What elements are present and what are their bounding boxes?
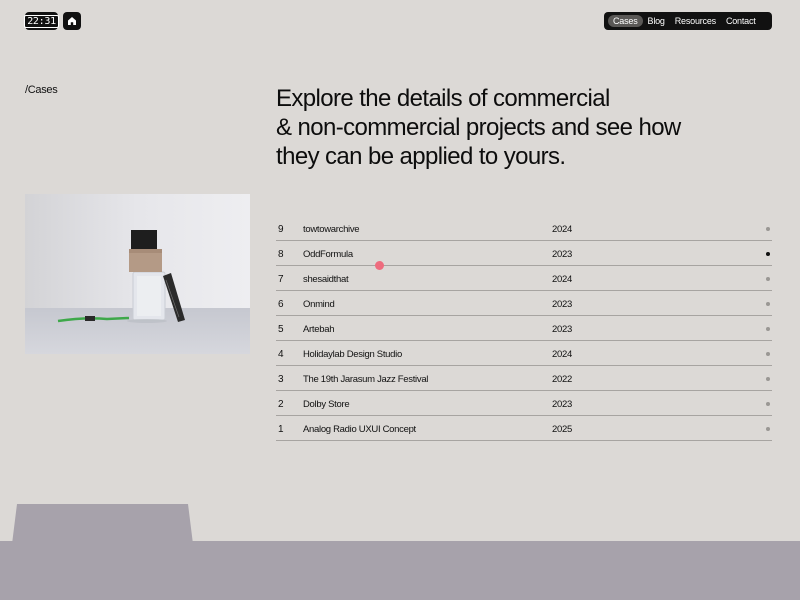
case-dot-icon — [766, 252, 770, 256]
case-number: 8 — [278, 249, 284, 260]
clock-time: 22:31 — [24, 14, 59, 28]
footer-band — [0, 541, 800, 600]
footer-tab[interactable] — [12, 504, 193, 544]
headline-line-2: & non-commercial projects and see how — [276, 114, 681, 141]
case-year: 2022 — [552, 374, 572, 385]
case-number: 2 — [278, 399, 284, 410]
case-year: 2024 — [552, 224, 572, 235]
case-name: Analog Radio UXUI Concept — [303, 424, 416, 435]
nav-item-contact[interactable]: Contact — [721, 15, 761, 27]
case-dot-icon — [766, 327, 770, 331]
case-dot-icon — [766, 352, 770, 356]
page-headline: Explore the details of commercial & non-… — [276, 84, 756, 171]
clock-display: 22:31 — [24, 12, 59, 30]
case-year: 2023 — [552, 324, 572, 335]
case-name: towtowarchive — [303, 224, 360, 235]
case-dot-icon — [766, 427, 770, 431]
case-number: 6 — [278, 299, 284, 310]
case-number: 5 — [278, 324, 284, 335]
case-dot-icon — [766, 227, 770, 231]
case-dot-icon — [766, 302, 770, 306]
nav-item-cases[interactable]: Cases — [608, 15, 643, 27]
case-row[interactable]: 4 Holidaylab Design Studio 2024 — [276, 341, 772, 366]
case-row[interactable]: 8 OddFormula 2023 — [276, 241, 772, 266]
case-year: 2023 — [552, 399, 572, 410]
case-year: 2024 — [552, 274, 572, 285]
case-name: shesaidthat — [303, 274, 349, 285]
case-dot-icon — [766, 277, 770, 281]
case-name: Holidaylab Design Studio — [303, 349, 402, 360]
case-year: 2023 — [552, 249, 572, 260]
case-number: 1 — [278, 424, 284, 435]
home-button[interactable] — [63, 12, 81, 30]
home-icon — [68, 17, 76, 25]
case-row[interactable]: 9 towtowarchive 2024 — [276, 216, 772, 241]
case-dot-icon — [766, 402, 770, 406]
case-row[interactable]: 7 shesaidthat 2024 — [276, 266, 772, 291]
case-name: Dolby Store — [303, 399, 350, 410]
case-number: 3 — [278, 374, 284, 385]
case-name: Artebah — [303, 324, 335, 335]
case-year: 2024 — [552, 349, 572, 360]
case-row[interactable]: 3 The 19th Jarasum Jazz Festival 2022 — [276, 366, 772, 391]
case-preview-image — [25, 194, 250, 354]
case-row[interactable]: 5 Artebah 2023 — [276, 316, 772, 341]
case-row[interactable]: 1 Analog Radio UXUI Concept 2025 — [276, 416, 772, 441]
case-row[interactable]: 6 Onmind 2023 — [276, 291, 772, 316]
case-row[interactable]: 2 Dolby Store 2023 — [276, 391, 772, 416]
case-name: Onmind — [303, 299, 335, 310]
headline-line-1: Explore the details of commercial — [276, 85, 610, 112]
cases-table: 9 towtowarchive 2024 8 OddFormula 2023 7… — [276, 216, 772, 441]
case-name: OddFormula — [303, 249, 353, 260]
breadcrumb: /Cases — [25, 84, 58, 96]
case-number: 4 — [278, 349, 284, 360]
case-year: 2025 — [552, 424, 572, 435]
case-name: The 19th Jarasum Jazz Festival — [303, 374, 429, 385]
nav-item-blog[interactable]: Blog — [643, 15, 670, 27]
case-number: 9 — [278, 224, 284, 235]
case-dot-icon — [766, 377, 770, 381]
nav-item-resources[interactable]: Resources — [670, 15, 721, 27]
headline-line-3: they can be applied to yours. — [276, 143, 566, 170]
cursor-dot — [375, 261, 384, 270]
case-number: 7 — [278, 274, 284, 285]
case-year: 2023 — [552, 299, 572, 310]
main-nav: Cases Blog Resources Contact — [604, 12, 772, 30]
